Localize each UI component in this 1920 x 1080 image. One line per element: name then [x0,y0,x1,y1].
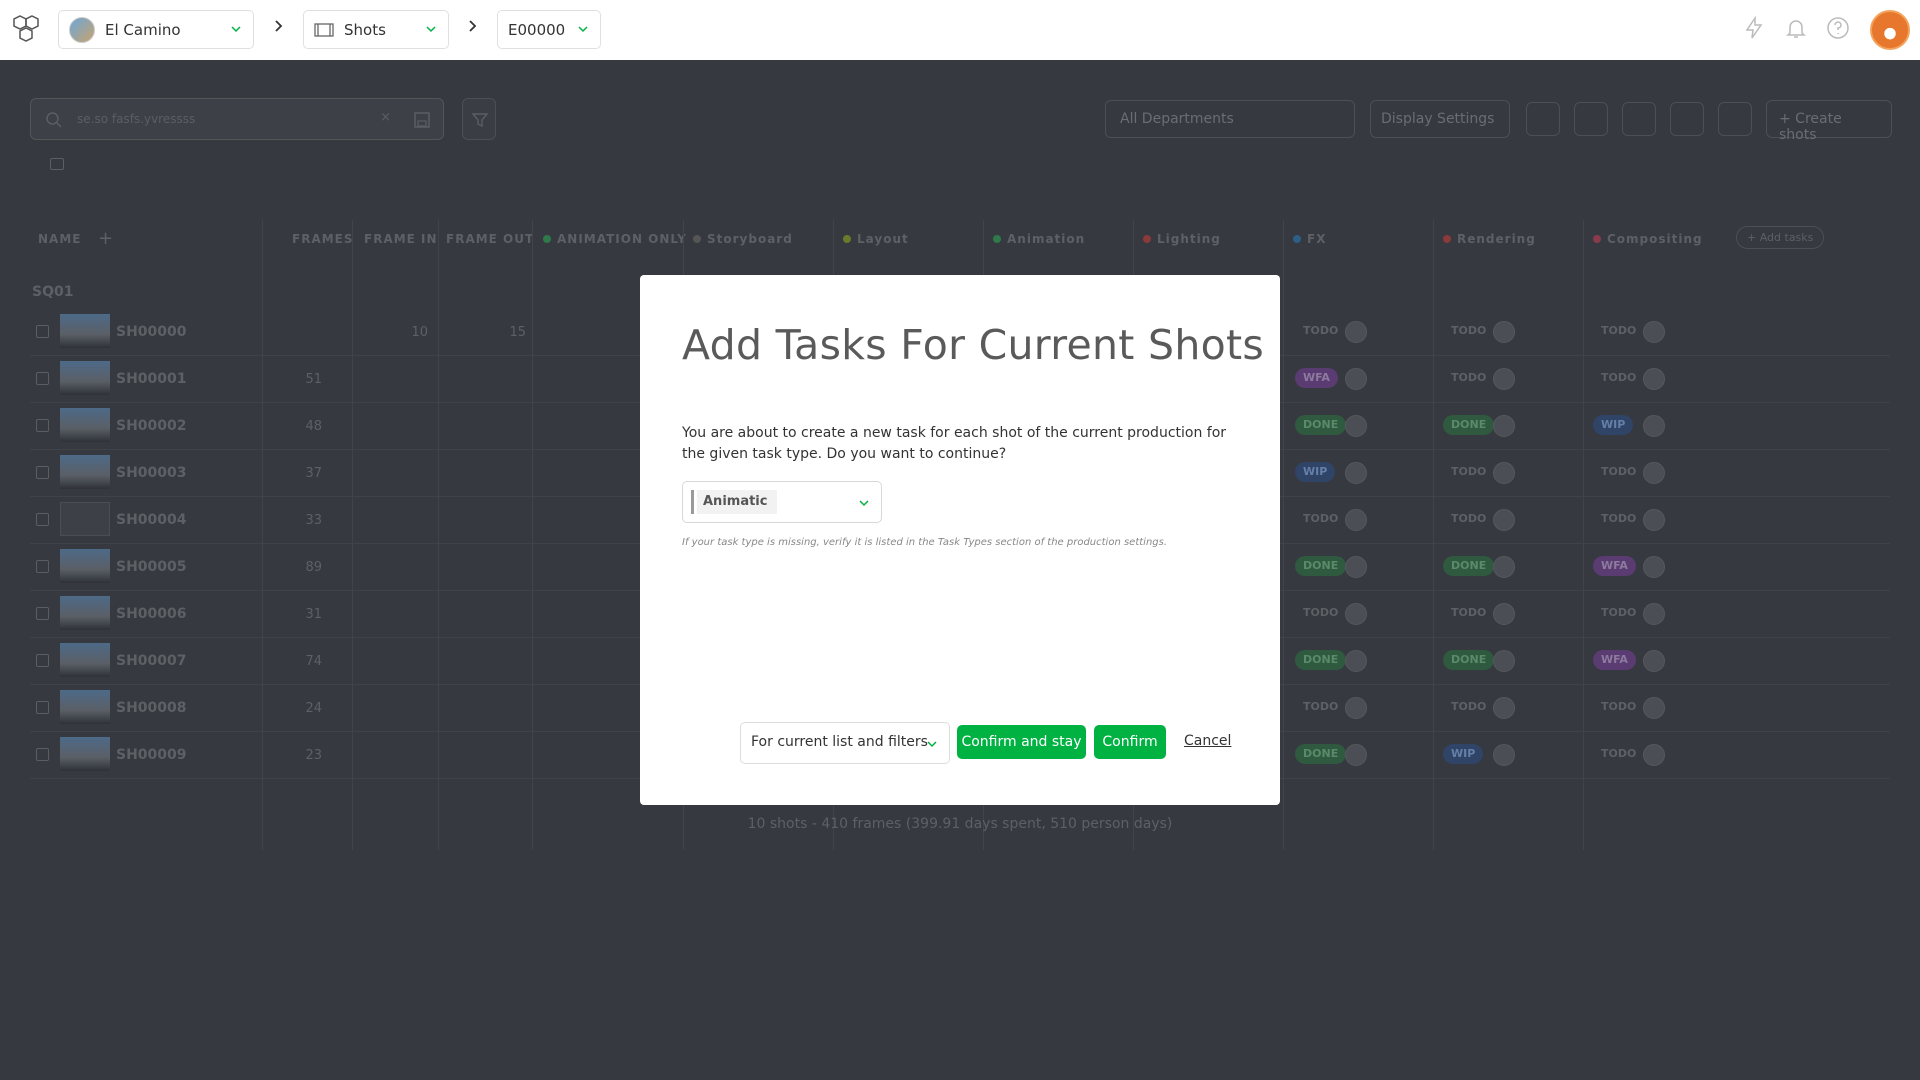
top-icons [1742,16,1850,40]
confirm-and-stay-button[interactable]: Confirm and stay [957,725,1086,759]
chevron-down-icon [859,500,869,507]
chevron-right-icon [469,20,477,32]
modal-description: You are about to create a new task for e… [682,425,1227,462]
production-selector[interactable]: El Camino [58,10,254,49]
user-avatar[interactable] [1870,10,1910,50]
app-logo-icon[interactable] [8,12,44,48]
bell-icon[interactable] [1784,16,1808,40]
section-selector[interactable]: Shots [303,10,449,49]
chevron-down-icon [231,26,241,33]
episode-name: E00000 [508,20,566,39]
chevron-down-icon [578,26,588,33]
task-type-select[interactable]: Animatic [682,481,882,523]
top-bar: El Camino Shots E00000 [0,0,1920,60]
film-icon [314,22,334,37]
chevron-down-icon [426,26,436,33]
chevron-down-icon [927,741,937,748]
scope-select[interactable]: For current list and filters [740,722,950,764]
scope-value: For current list and filters [751,734,928,750]
task-type-hint: If your task type is missing, verify it … [682,537,1168,548]
episode-selector[interactable]: E00000 [497,10,601,49]
production-avatar [69,16,95,43]
task-type-value: Animatic [697,490,778,514]
chevron-right-icon [275,20,283,32]
add-tasks-modal: Add Tasks For Current Shots You are abou… [640,275,1280,805]
confirm-button[interactable]: Confirm [1094,725,1166,759]
section-name: Shots [344,20,386,39]
lightning-icon[interactable] [1742,16,1766,40]
task-type-color-bar [691,490,694,514]
help-icon[interactable] [1826,16,1850,40]
modal-title: Add Tasks For Current Shots [682,321,1265,369]
production-name: El Camino [105,20,181,39]
cancel-link[interactable]: Cancel [1184,733,1231,749]
